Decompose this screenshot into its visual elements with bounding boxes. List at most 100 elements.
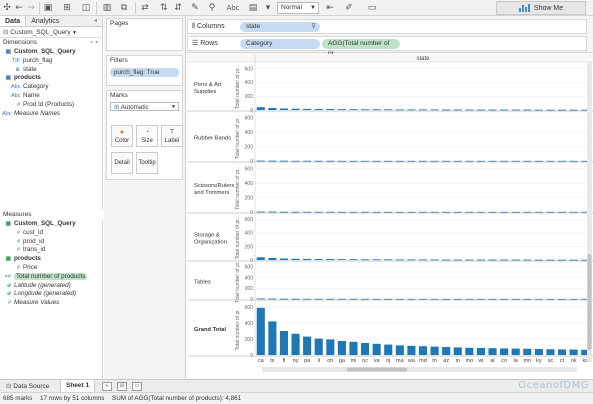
size-button[interactable]: ◔ Size [136,125,158,147]
new-worksheet-icon[interactable]: + [102,382,112,391]
y-tick-label: 200 [245,94,254,100]
new-dashboard-icon[interactable]: ⊞ [117,382,127,391]
sort-asc-icon[interactable]: ⇅ [158,2,170,14]
bar [407,211,416,213]
bar [546,349,555,355]
meas-field-row[interactable]: # Price [0,264,103,273]
fix-axes-icon[interactable]: ⇤ [324,2,336,14]
data-source-tab[interactable]: ⊟ Data Source [2,381,53,392]
rows-pill-measure[interactable]: AGG(Total number of pr.. [322,39,400,57]
meas-field-row[interactable]: ⊕ Longitude (generated) [0,290,103,299]
label-icon: T [169,128,175,136]
tableau-logo-icon[interactable]: ✣ [2,2,12,14]
meas-field-row[interactable]: ⊕ Latitude (generated) [0,282,103,291]
bar [372,109,381,111]
new-sheet-icon[interactable]: ▥ [100,2,114,14]
back-arrow-icon[interactable]: ← [14,2,24,14]
rows-pill-category[interactable]: Category [240,39,320,49]
new-datasource-icon[interactable]: ⊞ [60,2,74,14]
meas-field-row[interactable]: # prod_id [0,238,103,247]
x-tick-label: mo [466,358,474,364]
meas-field-row[interactable]: # trans_id [0,246,103,255]
dim-field-row[interactable]: Abc Category [0,83,102,92]
detail-button[interactable]: Detail [111,152,133,174]
meas-field-label: prod_id [23,237,45,245]
bar [500,211,509,213]
bar [256,160,265,162]
columns-pill-state[interactable]: state ⊽ [240,22,320,32]
pause-icon[interactable]: ◫ [80,2,92,14]
meas-field-label: cust_id [23,228,43,236]
show-me-button[interactable]: Show Me [496,1,586,15]
tab-analytics[interactable]: Analytics [26,16,64,26]
x-tick-label: ma [396,358,405,364]
calc-icon: =# [4,273,11,280]
label-button[interactable]: T Label [161,125,183,147]
presentation-icon[interactable]: ▭ [366,2,378,14]
meas-field-row[interactable]: ▦ products [0,255,103,264]
dim-field-row[interactable]: ▦ Custom_SQL_Query [0,48,102,57]
forward-arrow-icon[interactable]: → [26,2,36,14]
meas-field-row[interactable]: # cust_id [0,229,103,238]
menu-icon[interactable]: ▾ [95,39,98,46]
bar [453,347,462,355]
bar [476,211,485,213]
bar [395,160,404,162]
meas-field-row[interactable]: ▦ Custom_SQL_Query [0,220,103,229]
fit-dropdown[interactable]: Normal ▼ [277,2,319,14]
save-icon[interactable]: ▣ [42,2,54,14]
tab-data[interactable]: Data [0,16,27,26]
dim-field-label: Category [23,83,49,91]
table-icon: ▦ [5,221,11,227]
chart-format-icon[interactable]: ▤ [246,2,260,14]
y-tick-label: 600 [245,264,254,270]
collapse-icon[interactable]: ◂ [89,16,102,26]
mark-type-dropdown[interactable]: ⊞ Automatic ▼ [110,102,179,111]
swap-icon[interactable]: ⇄ [138,2,152,14]
bar [256,307,265,355]
meas-field-row[interactable]: =# Total number of products [0,272,103,282]
dim-field-row[interactable]: ⊕ state [0,66,102,75]
sort-desc-icon[interactable]: ⇵ [172,2,184,14]
viz-area[interactable]: state Pens & Art Supplies Total number of p… [187,54,593,379]
dropdown-arrow-icon[interactable]: ▾ [262,2,274,14]
filter-pill[interactable]: purch_flag: True [110,68,179,77]
group-icon[interactable]: ⚲ [206,2,218,14]
bar [476,109,485,111]
hash-icon: # [7,300,11,307]
dim-field-row[interactable]: Abc Name [0,92,102,101]
y-axis-title: Total number of pr.. [235,66,241,109]
bar [326,339,335,355]
x-tick-label: ky [536,358,542,364]
tooltip-button[interactable]: Tooltip [136,152,158,174]
bar [453,109,462,111]
new-story-icon[interactable]: ▭ [132,382,142,391]
duplicate-icon[interactable]: ⧉ [118,2,130,14]
dim-field-row[interactable]: Abc Measure Names [0,110,102,119]
bar [453,160,462,162]
x-tick-label: wa [407,358,416,364]
dim-field-row[interactable]: ▦ products [0,74,102,83]
pen-icon[interactable]: ✐ [342,2,356,14]
x-tick-label: co [501,358,507,364]
highlight-icon[interactable]: ✎ [188,2,202,14]
pages-card[interactable]: Pages [106,18,183,51]
meas-field-row[interactable]: # Measure Values [0,299,103,308]
show-labels-button[interactable]: Abc [224,2,242,14]
bar [488,348,497,355]
bar [326,109,335,110]
dim-field-row[interactable]: T|F purch_flag [0,57,102,66]
columns-shelf[interactable]: ⦀ Columns state ⊽ [187,19,587,34]
bar [557,298,567,300]
bar [488,259,497,261]
search-icon[interactable]: ⌕ [90,39,94,46]
rows-shelf[interactable]: ☰ Rows Category AGG(Total number of pr.. [187,36,587,57]
dim-field-row[interactable]: # Prod Id (Products) [0,101,102,110]
bar [488,109,497,111]
datasource-selector[interactable]: ⊟ Custom_SQL_Query ▼ [0,27,102,38]
bar [337,109,346,110]
bar [418,160,428,162]
y-tick-label: 400 [245,181,254,187]
chart-svg: state Pens & ArtSupplies Total number of p… [187,54,593,372]
color-button[interactable]: ● Color [111,125,133,147]
